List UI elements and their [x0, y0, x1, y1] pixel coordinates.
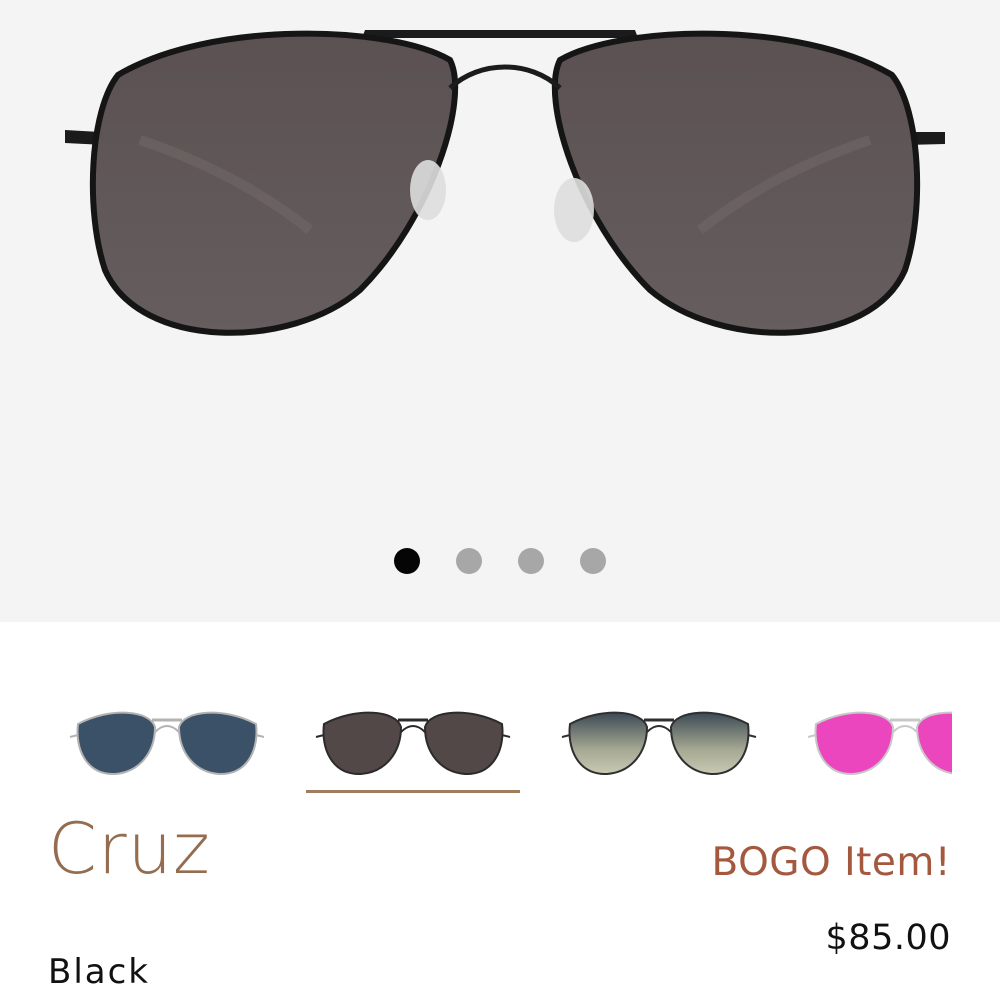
product-title: Cruz: [48, 808, 211, 890]
selected-color-label: Black: [48, 952, 150, 992]
carousel-pagination: [0, 548, 1000, 574]
product-main-image: [65, 30, 945, 336]
variant-pink[interactable]: [798, 690, 952, 795]
variant-gradient-green[interactable]: [552, 690, 766, 795]
variant-blue-image: [69, 711, 265, 776]
promo-badge: BOGO Item!: [711, 840, 951, 885]
carousel-dot-3[interactable]: [518, 548, 544, 574]
variant-gradient-green-image: [561, 711, 757, 776]
carousel-dot-2[interactable]: [456, 548, 482, 574]
carousel-dot-4[interactable]: [580, 548, 606, 574]
product-image-carousel[interactable]: [0, 0, 1000, 622]
product-price: $85.00: [825, 918, 951, 958]
selected-variant-indicator: [306, 790, 520, 793]
variant-black[interactable]: [306, 690, 520, 795]
color-variant-selector: [60, 690, 952, 805]
variant-black-image: [315, 711, 511, 776]
variant-pink-image: [807, 711, 952, 776]
variant-blue[interactable]: [60, 690, 274, 795]
carousel-dot-1[interactable]: [394, 548, 420, 574]
